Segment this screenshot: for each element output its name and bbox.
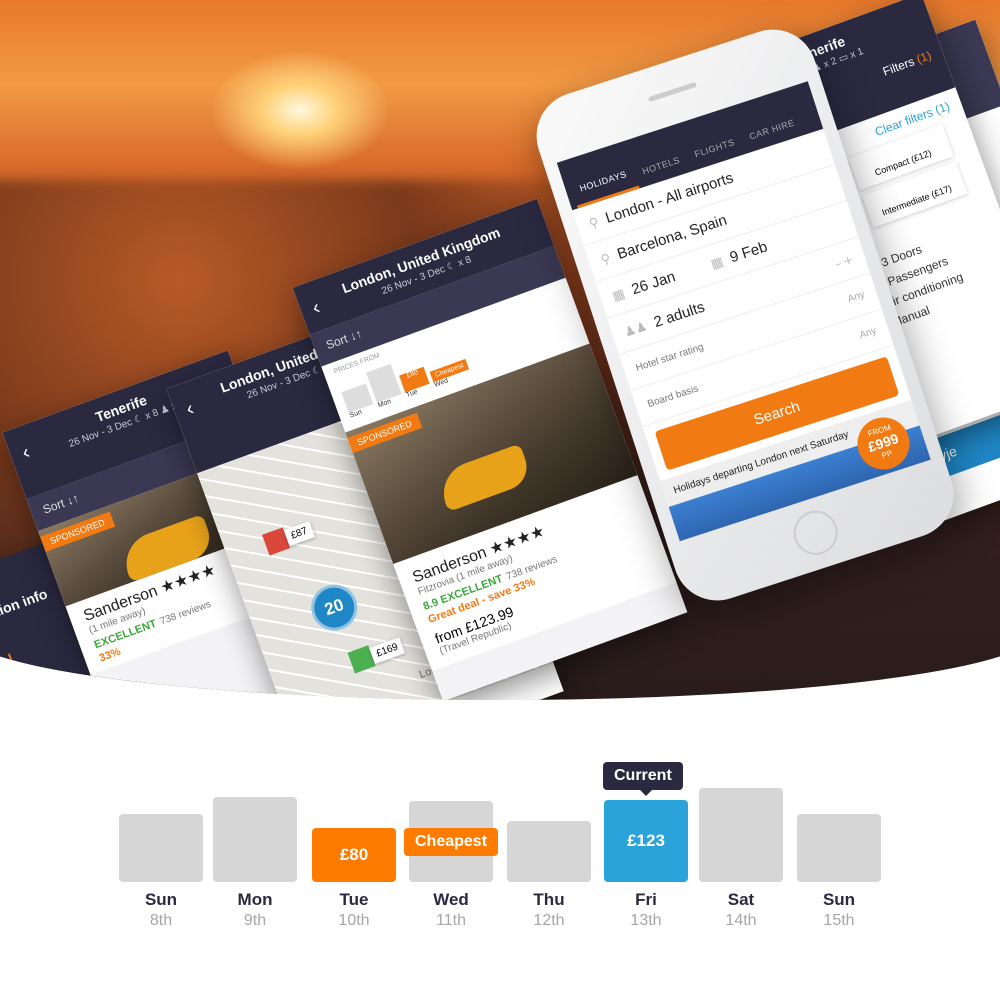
tooltip-arrow xyxy=(398,839,410,851)
calendar-icon: ▦ xyxy=(708,253,725,272)
bar-sat-14th[interactable] xyxy=(699,788,783,882)
weekday: Wed xyxy=(433,890,469,909)
phone-speaker xyxy=(647,81,698,103)
bar-thu-12th[interactable] xyxy=(507,821,591,882)
date: 15th xyxy=(823,912,855,929)
cheapest-tooltip: Cheapest xyxy=(404,828,499,856)
day-label: Wed 11th xyxy=(401,890,501,930)
hero-banner: ccomodation info the hotel ‹ Tenerife 26… xyxy=(0,0,1000,700)
bar-sun-15th[interactable] xyxy=(797,814,881,882)
calendar-icon: ▦ xyxy=(610,285,627,304)
people-icon: ♟♟ xyxy=(622,317,649,340)
home-button[interactable] xyxy=(788,505,844,561)
day-label: Sat 14th xyxy=(691,890,791,930)
day-label: Tue 10th xyxy=(304,890,404,930)
day-label: Fri 13th xyxy=(596,890,696,930)
bar-sun-8th[interactable] xyxy=(119,814,203,882)
weekday: Sun xyxy=(144,890,178,909)
day-label: Sun 15th xyxy=(789,890,889,930)
date: 10th xyxy=(338,912,370,929)
date: 9th xyxy=(243,912,267,929)
current-tooltip: Current xyxy=(603,762,683,790)
guest-stepper[interactable]: − ＋ xyxy=(833,251,855,271)
depart-date: 26 Jan xyxy=(629,268,678,299)
bar-price-label: £123 xyxy=(627,831,665,850)
date: 14th xyxy=(725,912,757,929)
date: 13th xyxy=(630,912,662,929)
price-pin[interactable]: £169 xyxy=(347,634,407,674)
weekday: Thu xyxy=(533,890,565,909)
bar-tue-10th[interactable]: £80 xyxy=(312,828,396,882)
weekday: Mon xyxy=(237,890,273,909)
date: 11th xyxy=(436,912,466,929)
map-cluster[interactable]: 20 xyxy=(304,578,364,638)
day-label: Mon 9th xyxy=(205,890,305,930)
bar-fri-13th[interactable]: £123 xyxy=(604,800,688,882)
location-pin-icon: ⚲ xyxy=(586,213,601,231)
day-label: Thu 12th xyxy=(499,890,599,930)
date: 12th xyxy=(533,912,565,929)
price-calendar-chart: Sun 8th Mon 9th £80 Tue 10th Wed 11th Thu 12th £123… xyxy=(0,740,1000,960)
price-pin[interactable]: £87 xyxy=(262,518,315,556)
weekday: Fri xyxy=(635,890,657,909)
day-label: Sun 8th xyxy=(111,890,211,930)
weekday: Sun xyxy=(822,890,856,909)
bar-price-label: £80 xyxy=(339,845,369,864)
weekday: Tue xyxy=(339,890,369,909)
location-pin-icon: ⚲ xyxy=(598,249,613,267)
bar-mon-9th[interactable] xyxy=(213,797,297,882)
date: 8th xyxy=(149,912,173,929)
return-date: 9 Feb xyxy=(727,238,770,267)
weekday: Sat xyxy=(727,890,755,909)
tooltip-arrow xyxy=(640,790,652,802)
